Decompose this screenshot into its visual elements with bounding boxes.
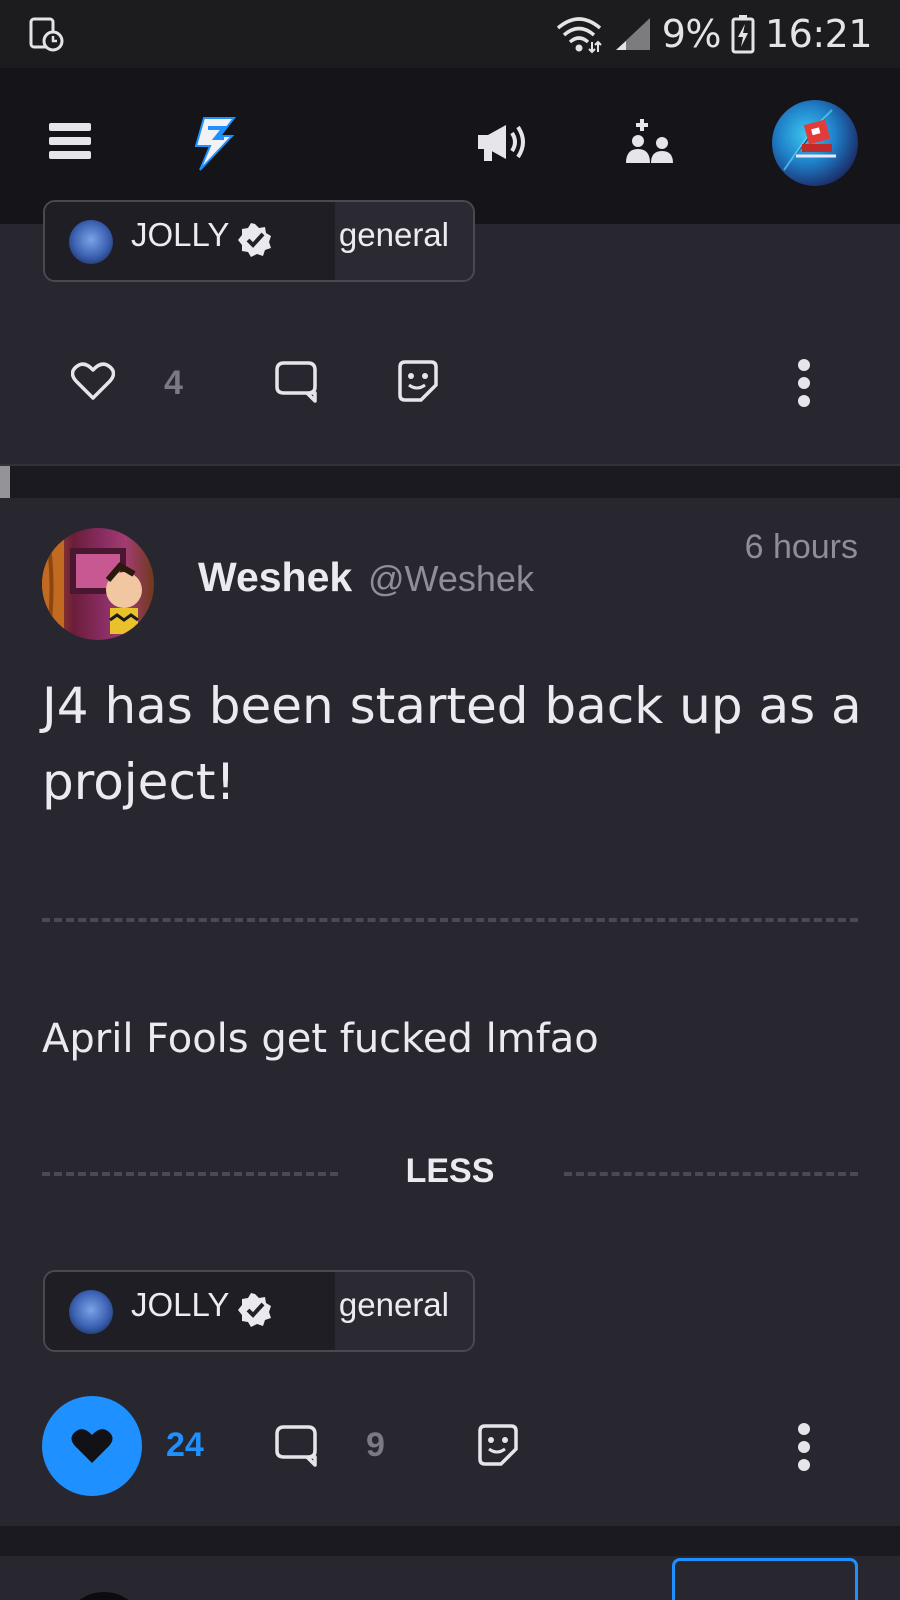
comment-button[interactable] <box>270 1420 322 1470</box>
hamburger-menu-icon[interactable] <box>42 116 98 166</box>
author-name[interactable]: Weshek <box>198 554 352 601</box>
heart-filled-icon <box>71 1429 113 1463</box>
like-count: 24 <box>166 1426 204 1464</box>
community-tag[interactable]: JOLLY general <box>43 200 475 282</box>
verified-badge-icon <box>238 223 271 257</box>
post-title: J4 has been started back up as a project… <box>42 677 862 811</box>
community-tag[interactable]: JOLLY general <box>43 1270 475 1352</box>
community-avatar <box>69 220 113 264</box>
community-name: JOLLY <box>131 1286 230 1323</box>
like-button[interactable] <box>68 356 118 406</box>
post-actions: 24 9 <box>0 1396 900 1496</box>
post-card-next <box>0 1556 900 1600</box>
comment-button[interactable] <box>270 356 322 406</box>
more-options-icon[interactable] <box>790 358 818 408</box>
divider <box>42 918 858 922</box>
lightning-logo-icon[interactable] <box>188 112 242 174</box>
comment-count: 9 <box>366 1426 385 1464</box>
status-bar: 9% 16:21 <box>0 0 900 68</box>
signal-icon <box>615 18 650 50</box>
clock: 16:21 <box>764 12 873 56</box>
community-channel: general <box>338 1286 449 1323</box>
author-avatar[interactable] <box>42 528 154 640</box>
collapse-row[interactable]: LESS <box>0 1148 900 1198</box>
verified-badge-icon <box>238 1293 271 1327</box>
post-timestamp: 6 hours <box>744 528 858 566</box>
post-card[interactable]: Weshek @Weshek 6 hours J4 has been start… <box>0 498 900 1526</box>
people-plus-icon[interactable] <box>618 114 682 170</box>
sticker-icon[interactable] <box>472 1420 524 1470</box>
sticker-icon[interactable] <box>392 356 444 406</box>
post-body: April Fools get fucked lmfao <box>42 1016 599 1062</box>
battery-percent: 9% <box>661 12 722 56</box>
screen-record-icon <box>28 16 64 52</box>
battery-charging-icon <box>731 15 755 54</box>
like-count: 4 <box>164 364 183 402</box>
post-card-previous: JOLLY general 4 <box>0 200 900 466</box>
author-handle[interactable]: @Weshek <box>368 558 534 600</box>
author-avatar[interactable] <box>62 1592 146 1600</box>
user-avatar[interactable] <box>772 100 858 186</box>
more-options-icon[interactable] <box>790 1422 818 1472</box>
post-actions: 4 <box>0 332 900 432</box>
megaphone-icon[interactable] <box>470 114 532 170</box>
like-button-active[interactable] <box>42 1396 142 1496</box>
follow-button[interactable] <box>672 1558 858 1600</box>
community-avatar <box>69 1290 113 1334</box>
divider <box>564 1172 858 1176</box>
wifi-icon <box>556 17 602 54</box>
community-name: JOLLY <box>131 216 230 253</box>
community-channel: general <box>338 216 449 253</box>
